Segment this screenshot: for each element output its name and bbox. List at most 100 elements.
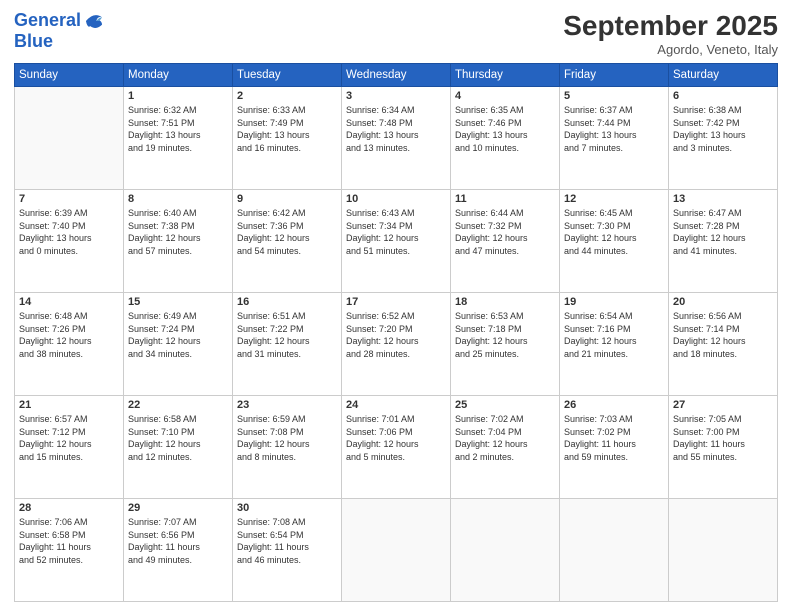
table-row: 9Sunrise: 6:42 AM Sunset: 7:36 PM Daylig… [233, 190, 342, 293]
day-info: Sunrise: 6:51 AM Sunset: 7:22 PM Dayligh… [237, 310, 337, 360]
col-friday: Friday [560, 64, 669, 87]
table-row: 11 Sunrise: 6:44 AM Sunset: 7:32 PM Dayli… [451, 190, 560, 293]
day-info: Sunrise: 7:08 AM Sunset: 6:54 PM Dayligh… [237, 516, 337, 566]
title-block: September 2025 Agordo, Veneto, Italy [563, 10, 778, 57]
table-row [342, 499, 451, 602]
day-info: Sunrise: 6:38 AM Sunset: 7:42 PM Dayligh… [673, 104, 773, 154]
day-info: Sunrise: 6:47 AM Sunset: 7:28 PM Dayligh… [673, 207, 773, 257]
month-title: September 2025 [563, 10, 778, 42]
calendar-week-row: 14 Sunrise: 6:48 AM Sunset: 7:26 PM Dayli… [15, 293, 778, 396]
day-number: 26 [564, 399, 664, 411]
day-info: Sunrise: 6:49 AM Sunset: 7:24 PM Dayligh… [128, 310, 228, 360]
day-number: 22 [128, 399, 228, 411]
location: Agordo, Veneto, Italy [563, 42, 778, 57]
day-number: 21 [19, 399, 119, 411]
day-info: Sunrise: 6:43 AM Sunset: 7:34 PM Dayligh… [346, 207, 446, 257]
table-row: 24 Sunrise: 7:01 AM Sunset: 7:06 PM Dayli… [342, 396, 451, 499]
day-number: 30 [237, 502, 337, 514]
col-tuesday: Tuesday [233, 64, 342, 87]
day-number: 9 [237, 193, 337, 205]
day-info: Sunrise: 7:03 AM Sunset: 7:02 PM Dayligh… [564, 413, 664, 463]
table-row: 6 Sunrise: 6:38 AM Sunset: 7:42 PM Daylig… [669, 87, 778, 190]
day-number: 24 [346, 399, 446, 411]
table-row: 13 Sunrise: 6:47 AM Sunset: 7:28 PM Dayli… [669, 190, 778, 293]
table-row: 22 Sunrise: 6:58 AM Sunset: 7:10 PM Dayli… [124, 396, 233, 499]
day-info: Sunrise: 7:06 AM Sunset: 6:58 PM Dayligh… [19, 516, 119, 566]
table-row: 26 Sunrise: 7:03 AM Sunset: 7:02 PM Dayli… [560, 396, 669, 499]
table-row: 10Sunrise: 6:43 AM Sunset: 7:34 PM Dayli… [342, 190, 451, 293]
table-row: 23 Sunrise: 6:59 AM Sunset: 7:08 PM Dayli… [233, 396, 342, 499]
table-row: 27 Sunrise: 7:05 AM Sunset: 7:00 PM Dayli… [669, 396, 778, 499]
day-info: Sunrise: 6:35 AM Sunset: 7:46 PM Dayligh… [455, 104, 555, 154]
day-number: 23 [237, 399, 337, 411]
day-info: Sunrise: 7:05 AM Sunset: 7:00 PM Dayligh… [673, 413, 773, 463]
day-info: Sunrise: 6:44 AM Sunset: 7:32 PM Dayligh… [455, 207, 555, 257]
day-info: Sunrise: 6:33 AM Sunset: 7:49 PM Dayligh… [237, 104, 337, 154]
table-row: 2 Sunrise: 6:33 AM Sunset: 7:49 PM Daylig… [233, 87, 342, 190]
day-number: 29 [128, 502, 228, 514]
day-number: 12 [564, 193, 664, 205]
table-row: 14 Sunrise: 6:48 AM Sunset: 7:26 PM Dayli… [15, 293, 124, 396]
table-row: 30 Sunrise: 7:08 AM Sunset: 6:54 PM Dayli… [233, 499, 342, 602]
day-number: 6 [673, 90, 773, 102]
calendar-week-row: 1 Sunrise: 6:32 AM Sunset: 7:51 PM Daylig… [15, 87, 778, 190]
table-row: 25 Sunrise: 7:02 AM Sunset: 7:04 PM Dayli… [451, 396, 560, 499]
day-info: Sunrise: 6:57 AM Sunset: 7:12 PM Dayligh… [19, 413, 119, 463]
day-number: 4 [455, 90, 555, 102]
logo-icon [83, 10, 105, 32]
day-number: 2 [237, 90, 337, 102]
day-number: 20 [673, 296, 773, 308]
day-info: Sunrise: 6:40 AM Sunset: 7:38 PM Dayligh… [128, 207, 228, 257]
day-info: Sunrise: 6:45 AM Sunset: 7:30 PM Dayligh… [564, 207, 664, 257]
day-number: 27 [673, 399, 773, 411]
day-number: 13 [673, 193, 773, 205]
table-row: 18 Sunrise: 6:53 AM Sunset: 7:18 PM Dayli… [451, 293, 560, 396]
table-row: 29 Sunrise: 7:07 AM Sunset: 6:56 PM Dayli… [124, 499, 233, 602]
logo-text-general: General [14, 11, 81, 31]
table-row: 8 Sunrise: 6:40 AM Sunset: 7:38 PM Daylig… [124, 190, 233, 293]
day-number: 16 [237, 296, 337, 308]
day-info: Sunrise: 6:48 AM Sunset: 7:26 PM Dayligh… [19, 310, 119, 360]
day-number: 8 [128, 193, 228, 205]
day-number: 3 [346, 90, 446, 102]
day-number: 19 [564, 296, 664, 308]
day-info: Sunrise: 6:59 AM Sunset: 7:08 PM Dayligh… [237, 413, 337, 463]
day-info: Sunrise: 6:58 AM Sunset: 7:10 PM Dayligh… [128, 413, 228, 463]
day-info: Sunrise: 7:07 AM Sunset: 6:56 PM Dayligh… [128, 516, 228, 566]
table-row: 5 Sunrise: 6:37 AM Sunset: 7:44 PM Daylig… [560, 87, 669, 190]
table-row [669, 499, 778, 602]
day-number: 25 [455, 399, 555, 411]
table-row: 28 Sunrise: 7:06 AM Sunset: 6:58 PM Dayli… [15, 499, 124, 602]
table-row: 1 Sunrise: 6:32 AM Sunset: 7:51 PM Daylig… [124, 87, 233, 190]
day-info: Sunrise: 6:34 AM Sunset: 7:48 PM Dayligh… [346, 104, 446, 154]
day-number: 7 [19, 193, 119, 205]
day-number: 28 [19, 502, 119, 514]
col-saturday: Saturday [669, 64, 778, 87]
day-info: Sunrise: 6:54 AM Sunset: 7:16 PM Dayligh… [564, 310, 664, 360]
col-sunday: Sunday [15, 64, 124, 87]
day-info: Sunrise: 7:02 AM Sunset: 7:04 PM Dayligh… [455, 413, 555, 463]
day-info: Sunrise: 6:52 AM Sunset: 7:20 PM Dayligh… [346, 310, 446, 360]
day-number: 5 [564, 90, 664, 102]
day-number: 11 [455, 193, 555, 205]
day-number: 18 [455, 296, 555, 308]
day-info: Sunrise: 6:32 AM Sunset: 7:51 PM Dayligh… [128, 104, 228, 154]
col-wednesday: Wednesday [342, 64, 451, 87]
table-row: 19 Sunrise: 6:54 AM Sunset: 7:16 PM Dayli… [560, 293, 669, 396]
day-info: Sunrise: 6:56 AM Sunset: 7:14 PM Dayligh… [673, 310, 773, 360]
table-row: 16 Sunrise: 6:51 AM Sunset: 7:22 PM Dayli… [233, 293, 342, 396]
table-row: 7Sunrise: 6:39 AM Sunset: 7:40 PM Daylig… [15, 190, 124, 293]
calendar-table: Sunday Monday Tuesday Wednesday Thursday… [14, 63, 778, 602]
calendar-header-row: Sunday Monday Tuesday Wednesday Thursday… [15, 64, 778, 87]
table-row: 12 Sunrise: 6:45 AM Sunset: 7:30 PM Dayli… [560, 190, 669, 293]
day-number: 1 [128, 90, 228, 102]
day-info: Sunrise: 7:01 AM Sunset: 7:06 PM Dayligh… [346, 413, 446, 463]
table-row: 20 Sunrise: 6:56 AM Sunset: 7:14 PM Dayli… [669, 293, 778, 396]
calendar-week-row: 21 Sunrise: 6:57 AM Sunset: 7:12 PM Dayli… [15, 396, 778, 499]
day-info: Sunrise: 6:37 AM Sunset: 7:44 PM Dayligh… [564, 104, 664, 154]
table-row [15, 87, 124, 190]
day-info: Sunrise: 6:53 AM Sunset: 7:18 PM Dayligh… [455, 310, 555, 360]
day-number: 14 [19, 296, 119, 308]
table-row: 15Sunrise: 6:49 AM Sunset: 7:24 PM Dayli… [124, 293, 233, 396]
table-row: 3 Sunrise: 6:34 AM Sunset: 7:48 PM Daylig… [342, 87, 451, 190]
